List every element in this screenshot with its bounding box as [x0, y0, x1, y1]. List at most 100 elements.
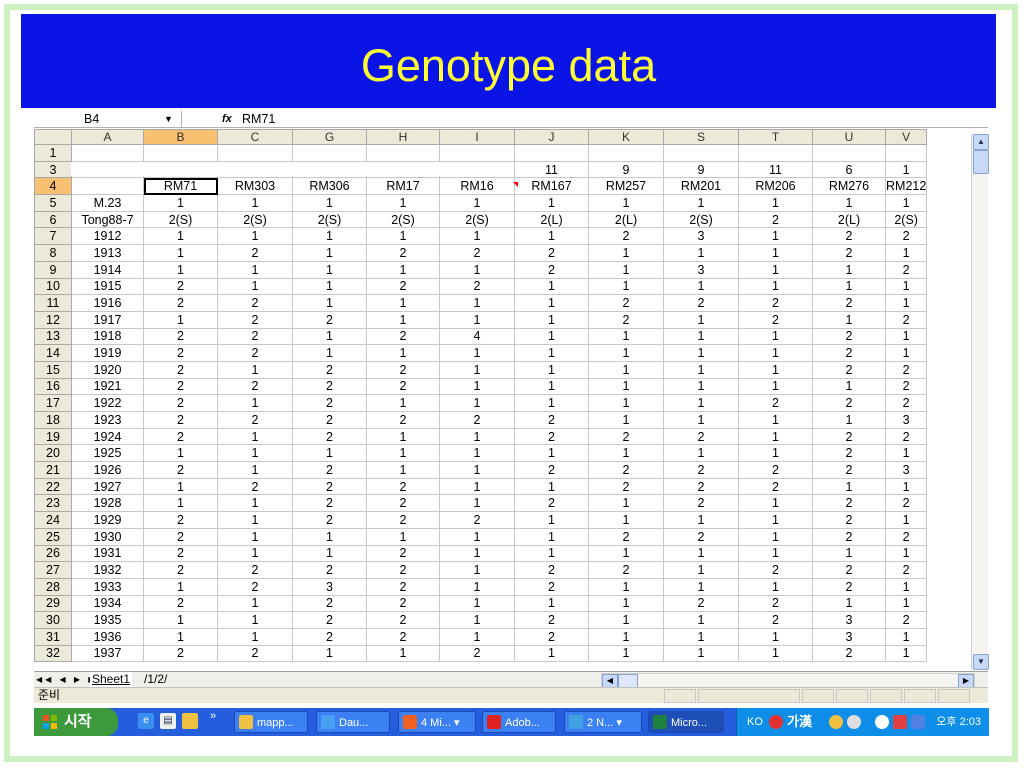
cell[interactable]: 1 [738, 544, 813, 563]
cell[interactable]: 1 [514, 344, 589, 362]
cell[interactable]: 2 [738, 294, 813, 312]
cell[interactable]: 1 [292, 194, 367, 212]
cell[interactable]: 2 [812, 244, 886, 262]
cell[interactable]: 2 [588, 527, 664, 546]
cell[interactable]: 1 [217, 594, 293, 613]
cell[interactable]: 2 [292, 594, 367, 613]
cell[interactable]: 1 [738, 511, 813, 529]
cell[interactable]: 2 [738, 561, 813, 579]
tab-other-sheets[interactable]: /1/2/ [144, 672, 167, 687]
cell[interactable]: 1923 [71, 411, 144, 429]
cell[interactable]: 1 [439, 494, 515, 513]
cell[interactable]: 1 [812, 310, 886, 329]
row-header[interactable]: 8 [34, 244, 72, 262]
cell[interactable]: 2(L) [514, 210, 589, 229]
tab-sheet1[interactable]: Sheet1 [90, 672, 133, 687]
row-header[interactable]: 19 [34, 427, 72, 446]
cell[interactable]: 1930 [71, 527, 144, 546]
cell[interactable]: 2 [738, 594, 813, 613]
cell[interactable]: 2 [514, 411, 589, 429]
cell[interactable]: 1 [738, 227, 813, 246]
row-header[interactable]: 5 [34, 194, 72, 212]
cell[interactable]: 11 [514, 160, 589, 179]
cell[interactable]: 2 [738, 394, 813, 412]
quicklaunch-chevron-icon[interactable]: » [210, 710, 216, 722]
cell[interactable]: 1 [884, 644, 928, 663]
cell[interactable]: RM276 [812, 177, 886, 196]
cell[interactable]: 3 [663, 227, 739, 246]
cell[interactable]: 1929 [71, 511, 144, 529]
cell[interactable]: 1 [514, 394, 589, 412]
cell[interactable]: 1 [884, 577, 928, 596]
cell[interactable]: 2 [217, 294, 293, 312]
row-header[interactable]: 16 [34, 377, 72, 396]
row-header[interactable]: 17 [34, 394, 72, 412]
cell[interactable]: 2 [366, 611, 440, 629]
cell[interactable]: 2 [217, 377, 293, 396]
column-header[interactable]: V [884, 129, 928, 145]
cell[interactable]: 2 [366, 544, 440, 563]
select-all-corner[interactable] [34, 129, 72, 145]
row-header[interactable]: 6 [34, 210, 72, 229]
cell[interactable]: 2 [143, 344, 218, 362]
cell[interactable]: 1 [884, 327, 928, 346]
cell[interactable]: 1 [217, 611, 293, 629]
pen-icon[interactable] [847, 715, 861, 729]
cell[interactable]: 2 [143, 411, 218, 429]
cell[interactable]: 2 [588, 227, 664, 246]
cell[interactable]: 2 [812, 394, 886, 412]
cell[interactable]: 2(S) [292, 210, 367, 229]
cell[interactable]: 2 [292, 411, 367, 429]
row-header[interactable]: 11 [34, 294, 72, 312]
cell[interactable]: 2 [663, 477, 739, 496]
cell[interactable]: 2 [738, 310, 813, 329]
cell[interactable]: 1 [217, 277, 293, 296]
clock[interactable]: 오후 2:03 [936, 708, 981, 736]
cell[interactable]: 2(S) [439, 210, 515, 229]
cell[interactable]: 1 [884, 244, 928, 262]
cell[interactable]: 1 [812, 594, 886, 613]
cell[interactable]: 2 [292, 511, 367, 529]
cell[interactable]: 2 [143, 561, 218, 579]
cell[interactable]: 1920 [71, 360, 144, 379]
cell[interactable]: 1 [439, 561, 515, 579]
cell[interactable]: 2 [143, 461, 218, 479]
row-header[interactable]: 23 [34, 494, 72, 513]
cell[interactable]: 1 [292, 644, 367, 663]
taskbar-button[interactable]: 4 Mi... ▾ [398, 711, 476, 733]
cell[interactable]: 2 [884, 227, 928, 246]
cell[interactable]: 1915 [71, 277, 144, 296]
cell[interactable]: 1 [292, 527, 367, 546]
cell[interactable]: 2 [292, 394, 367, 412]
cell[interactable]: 2 [366, 327, 440, 346]
cell[interactable]: 1 [143, 611, 218, 629]
cell[interactable]: 1 [738, 644, 813, 663]
taskbar-button[interactable]: mapp... [234, 711, 308, 733]
cell[interactable]: 2 [738, 611, 813, 629]
cell[interactable]: 2 [217, 477, 293, 496]
cell[interactable]: 1 [588, 544, 664, 563]
cell[interactable]: 2 [143, 294, 218, 312]
cell[interactable]: 2 [588, 310, 664, 329]
cell[interactable]: 1 [217, 444, 293, 463]
cell[interactable]: 1 [143, 477, 218, 496]
cell[interactable]: RM257 [588, 177, 664, 196]
cell[interactable]: 1 [439, 310, 515, 329]
cell[interactable]: 2 [366, 377, 440, 396]
cell[interactable]: 2 [663, 294, 739, 312]
vertical-scroll-thumb[interactable] [973, 150, 989, 174]
row-header[interactable]: 9 [34, 260, 72, 279]
cell[interactable]: 2 [588, 561, 664, 579]
cell[interactable]: 1 [439, 477, 515, 496]
cell[interactable]: RM17 [366, 177, 440, 196]
scroll-down-icon[interactable]: ▼ [973, 654, 989, 670]
cell[interactable]: 1 [217, 394, 293, 412]
cell[interactable]: 1 [143, 444, 218, 463]
cell[interactable]: 1932 [71, 561, 144, 579]
cell[interactable]: 2 [588, 294, 664, 312]
row-header[interactable]: 27 [34, 561, 72, 579]
cell[interactable]: 1 [663, 360, 739, 379]
cell[interactable]: 1 [738, 577, 813, 596]
cell[interactable]: 2 [217, 344, 293, 362]
cell[interactable]: 2 [588, 461, 664, 479]
